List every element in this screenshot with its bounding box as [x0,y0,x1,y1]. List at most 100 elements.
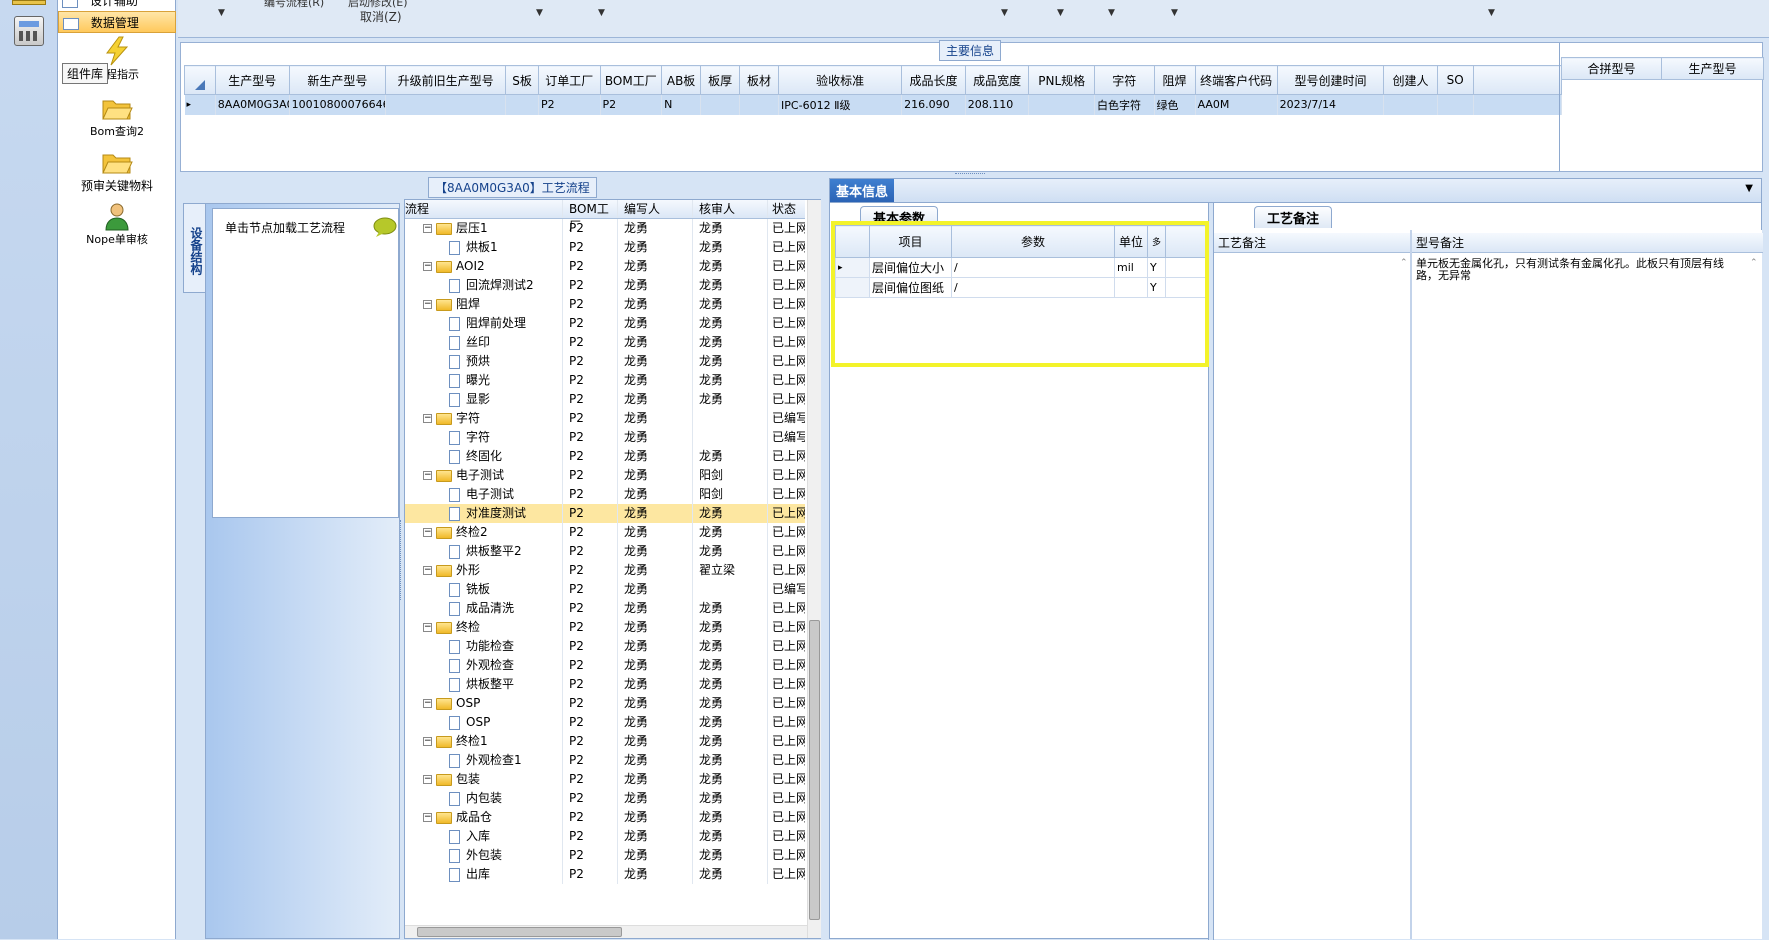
col-header[interactable]: 阻焊 [1153,65,1196,95]
col-header[interactable]: 生产型号 [214,65,290,95]
collapse-icon[interactable]: − [423,262,432,271]
tree-row[interactable]: OSP P2 龙勇 龙勇 已上网 [405,713,805,732]
tree-row[interactable]: 预烘 P2 龙勇 龙勇 已上网 [405,352,805,371]
dropdown-arrow-icon[interactable]: ▼ [1057,8,1064,18]
cell[interactable] [385,94,507,115]
tree-row[interactable]: − AOI2 P2 龙勇 龙勇 已上网 [405,257,805,276]
tree-row[interactable]: 字符 P2 龙勇 已编写 [405,428,805,447]
collapse-icon[interactable]: − [423,300,432,309]
col-header[interactable]: 工艺备注 [1214,233,1410,253]
collapse-icon[interactable]: − [423,699,432,708]
tree-row[interactable]: 电子测试 P2 龙勇 阳剑 已上网 [405,485,805,504]
collapse-icon[interactable]: − [423,224,432,233]
tree-row[interactable]: 烘板1 P2 龙勇 龙勇 已上网 [405,238,805,257]
cell[interactable]: 208.110 [965,94,1030,115]
table-row[interactable]: ▸ 8AA0M0G3A0 10010800076646 P2 P2 N IPC-6012 Ⅱ… [184,94,1563,115]
col-header[interactable]: 合拼型号 [1561,57,1662,80]
scroll-thumb[interactable] [809,620,820,920]
tree-row[interactable]: 烘板整平2 P2 龙勇 龙勇 已上网 [405,542,805,561]
col-header[interactable]: AB板 [661,65,702,95]
node-tree-area[interactable]: 单击节点加载工艺流程 [212,208,399,518]
cell[interactable] [1383,94,1438,115]
tree-row[interactable]: 成品清洗 P2 龙勇 龙勇 已上网 [405,599,805,618]
col-header[interactable]: PNL规格 [1028,65,1096,95]
col-header[interactable]: 订单工厂 [537,65,601,95]
tree-row[interactable]: − 终检2 P2 龙勇 龙勇 已上网 [405,523,805,542]
col-header[interactable]: SO [1436,65,1474,95]
tree-row[interactable]: − 字符 P2 龙勇 已编写 [405,409,805,428]
scroll-up-icon[interactable]: ⌃ [1400,258,1408,268]
tab-device-structure[interactable]: 设备结构 [183,203,205,293]
cell[interactable] [1028,94,1096,115]
horizontal-scrollbar[interactable] [405,925,807,938]
calculator-icon[interactable] [14,16,44,46]
collapse-icon[interactable]: − [423,737,432,746]
tree-row[interactable]: 内包装 P2 龙勇 龙勇 已上网 [405,789,805,808]
cell[interactable]: N [661,94,702,115]
tree-row[interactable]: − 成品仓 P2 龙勇 龙勇 已上网 [405,808,805,827]
cell[interactable]: P2 [600,94,663,115]
tree-row[interactable]: 对准度测试 P2 龙勇 龙勇 已上网 [405,504,805,523]
tree-row[interactable]: − 包装 P2 龙勇 龙勇 已上网 [405,770,805,789]
toolbar-cut-label-1[interactable]: 编号流程(R) [264,0,324,10]
nav-data-management[interactable]: 数据管理 [58,11,176,33]
col-header[interactable]: 成品长度 [901,65,966,95]
vertical-scrollbar[interactable] [807,200,821,938]
app-icon-top[interactable] [12,0,46,5]
dropdown-arrow-icon[interactable]: ▼ [1001,8,1008,18]
scroll-thumb[interactable] [417,927,622,937]
splitter-grip[interactable] [955,173,985,176]
collapse-icon[interactable]: − [423,813,432,822]
col-header[interactable]: 验收标准 [778,65,903,95]
col-header[interactable]: 成品宽度 [964,65,1030,95]
nav-key-material[interactable]: 预审关键物料 [58,147,176,194]
col-header[interactable]: BOM工厂 [563,200,618,233]
col-header[interactable]: 型号创建时间 [1276,65,1385,95]
col-header[interactable]: 板厚 [700,65,741,95]
collapse-icon[interactable]: − [423,471,432,480]
tree-row[interactable]: 烘板整平 P2 龙勇 龙勇 已上网 [405,675,805,694]
collapse-icon[interactable]: − [423,528,432,537]
cancel-button[interactable]: 取消(Z) [360,8,402,25]
tree-row[interactable]: 出库 P2 龙勇 龙勇 已上网 [405,865,805,884]
dropdown-arrow-icon[interactable]: ▼ [598,8,605,18]
tree-row[interactable]: 丝印 P2 龙勇 龙勇 已上网 [405,333,805,352]
cell[interactable]: 白色字符 [1094,94,1155,115]
scroll-up-icon[interactable]: ⌃ [1750,258,1758,268]
col-header[interactable]: 状态 [768,200,805,218]
collapse-icon[interactable]: − [423,566,432,575]
tree-row[interactable]: 入库 P2 龙勇 龙勇 已上网 [405,827,805,846]
tree-row[interactable]: − 终检 P2 龙勇 龙勇 已上网 [405,618,805,637]
col-header[interactable]: 核审人 [693,200,768,218]
cell[interactable] [739,94,780,115]
col-header[interactable]: 升级前旧生产型号 [385,65,507,95]
tree-row[interactable]: − 阻焊 P2 龙勇 龙勇 已上网 [405,295,805,314]
cell[interactable] [505,94,539,115]
process-remark-field[interactable] [1214,255,1410,939]
tree-row[interactable]: 外包装 P2 龙勇 龙勇 已上网 [405,846,805,865]
cell[interactable]: 10010800076646 [289,94,387,115]
tab-basic-info[interactable]: 基本信息 [830,179,895,202]
tree-row[interactable]: 阻焊前处理 P2 龙勇 龙勇 已上网 [405,314,805,333]
tree-row[interactable]: 功能检查 P2 龙勇 龙勇 已上网 [405,637,805,656]
cell[interactable]: IPC-6012 Ⅱ级 [778,94,903,115]
nav-nope-review[interactable]: Nope单审核 [58,201,176,247]
collapse-icon[interactable]: − [423,775,432,784]
cell[interactable] [1437,94,1474,115]
col-header[interactable]: BOM工厂 [599,65,663,95]
col-header[interactable]: 创建人 [1383,65,1438,95]
tree-row[interactable]: 显影 P2 龙勇 龙勇 已上网 [405,390,805,409]
cell[interactable] [700,94,741,115]
col-header[interactable]: 流程 [405,200,563,218]
col-header[interactable]: 编写人 [618,200,693,218]
cell[interactable]: 绿色 [1154,94,1196,115]
tree-row[interactable]: − 电子测试 P2 龙勇 阳剑 已上网 [405,466,805,485]
tree-row[interactable]: 终固化 P2 龙勇 龙勇 已上网 [405,447,805,466]
dropdown-arrow-icon[interactable]: ▼ [1488,8,1495,18]
col-header[interactable]: 型号备注 [1412,233,1763,253]
cell[interactable]: 216.090 [901,94,966,115]
cell[interactable]: AA0M [1195,94,1278,115]
col-header[interactable]: 终端客户代码 [1194,65,1278,95]
col-header[interactable]: 字符 [1094,65,1155,95]
cell[interactable]: 8AA0M0G3A0 [215,94,290,115]
